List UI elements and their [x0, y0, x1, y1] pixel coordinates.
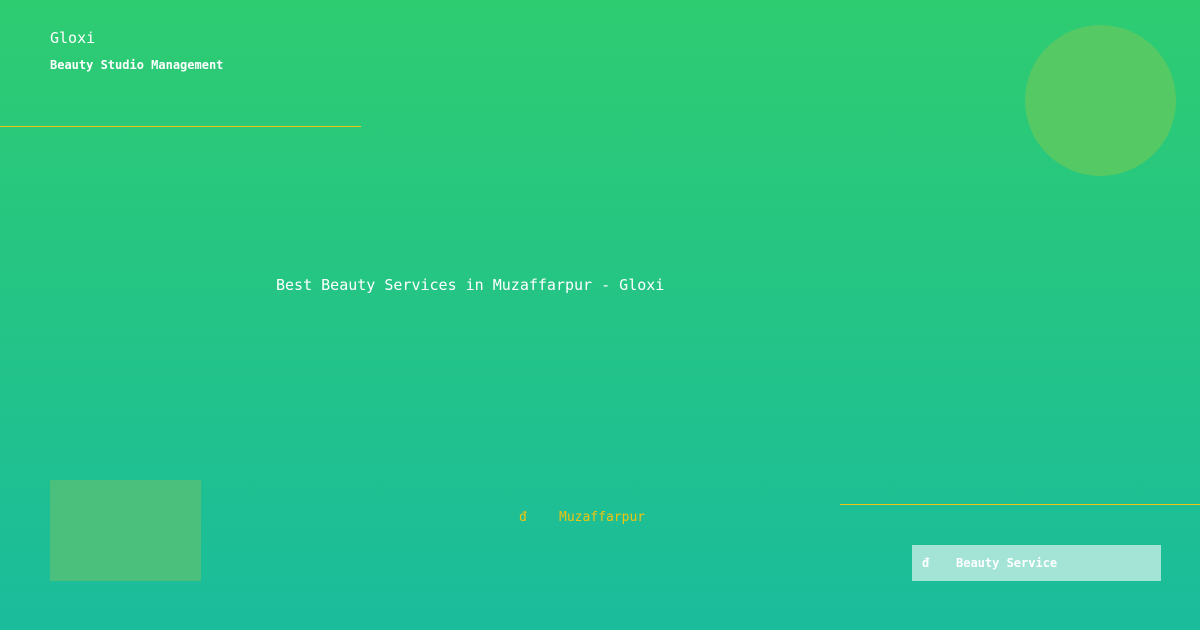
service-badge: đ Beauty Service [912, 545, 1161, 581]
accent-rule-bottom [840, 504, 1200, 505]
location-label: đ Muzaffarpur [519, 510, 645, 526]
page-title: Best Beauty Services in Muzaffarpur - Gl… [276, 276, 665, 294]
location-text: Muzaffarpur [559, 510, 646, 525]
page-canvas: { "brand": { "name": "Gloxi", "tagline":… [0, 0, 1200, 630]
brand-block: Gloxi Beauty Studio Management [50, 29, 223, 72]
decorative-circle [1025, 25, 1176, 176]
brand-name: Gloxi [50, 29, 96, 47]
brand-tagline: Beauty Studio Management [50, 58, 224, 72]
location-pin-icon: đ [519, 510, 527, 525]
accent-rule-top [0, 126, 361, 127]
decorative-square [50, 480, 201, 581]
beauty-icon: đ [922, 556, 930, 570]
service-badge-label: Beauty Service [956, 556, 1058, 570]
